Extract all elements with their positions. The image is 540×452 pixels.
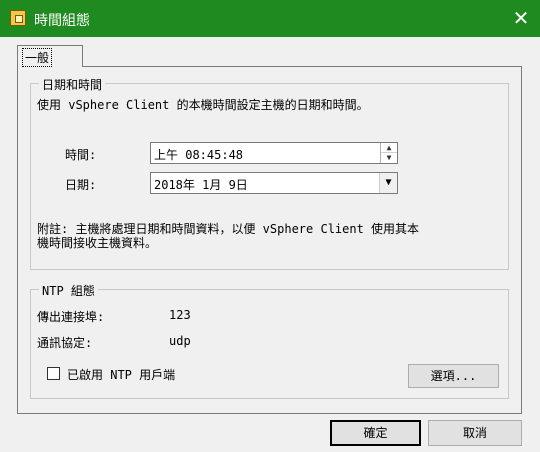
tab-general[interactable]: 一般 [17, 45, 83, 67]
chevron-down-icon[interactable]: ▼ [379, 173, 397, 193]
cancel-button[interactable]: 取消 [428, 420, 522, 446]
tab-panel: 日期和時間 使用 vSphere Client 的本機時間設定主機的日期和時間。… [17, 66, 522, 414]
close-icon[interactable]: ✕ [510, 7, 532, 29]
time-label: 時間: [65, 148, 97, 162]
spin-up-icon[interactable]: ▲ [381, 143, 397, 153]
port-value: 123 [169, 308, 191, 322]
ntp-enable-checkbox[interactable] [47, 367, 60, 380]
options-button[interactable]: 選項... [408, 364, 499, 388]
port-label: 傳出連接埠: [37, 310, 105, 324]
protocol-label: 通訊協定: [37, 336, 93, 350]
datetime-description: 使用 vSphere Client 的本機時間設定主機的日期和時間。 [37, 98, 369, 112]
title-bar: 時間組態 ✕ [0, 0, 540, 37]
ok-button[interactable]: 確定 [330, 420, 421, 446]
date-label: 日期: [65, 178, 97, 192]
clock-config-icon [10, 10, 26, 26]
ntp-enable-label[interactable]: 已啟用 NTP 用戶端 [67, 366, 175, 383]
datetime-note-line2: 機時間接收主機資料。 [37, 236, 158, 250]
spin-down-icon[interactable]: ▼ [381, 153, 397, 163]
date-value: 2018年 1月 9日 [154, 178, 248, 192]
time-input[interactable]: 上午 08:45:48 ▲ ▼ [150, 142, 398, 164]
ntp-group-legend: NTP 組態 [39, 282, 98, 299]
date-dropdown[interactable]: 2018年 1月 9日 ▼ [150, 172, 398, 194]
time-value: 上午 08:45:48 [154, 148, 244, 162]
ntp-group: NTP 組態 傳出連接埠: 123 通訊協定: udp 已啟用 NTP 用戶端 … [30, 282, 509, 399]
datetime-group-legend: 日期和時間 [39, 76, 106, 93]
tab-general-label: 一般 [22, 48, 53, 67]
time-spinner[interactable]: ▲ ▼ [380, 143, 397, 163]
protocol-value: udp [169, 334, 191, 348]
window-title: 時間組態 [34, 13, 90, 29]
datetime-group: 日期和時間 使用 vSphere Client 的本機時間設定主機的日期和時間。… [30, 76, 509, 270]
